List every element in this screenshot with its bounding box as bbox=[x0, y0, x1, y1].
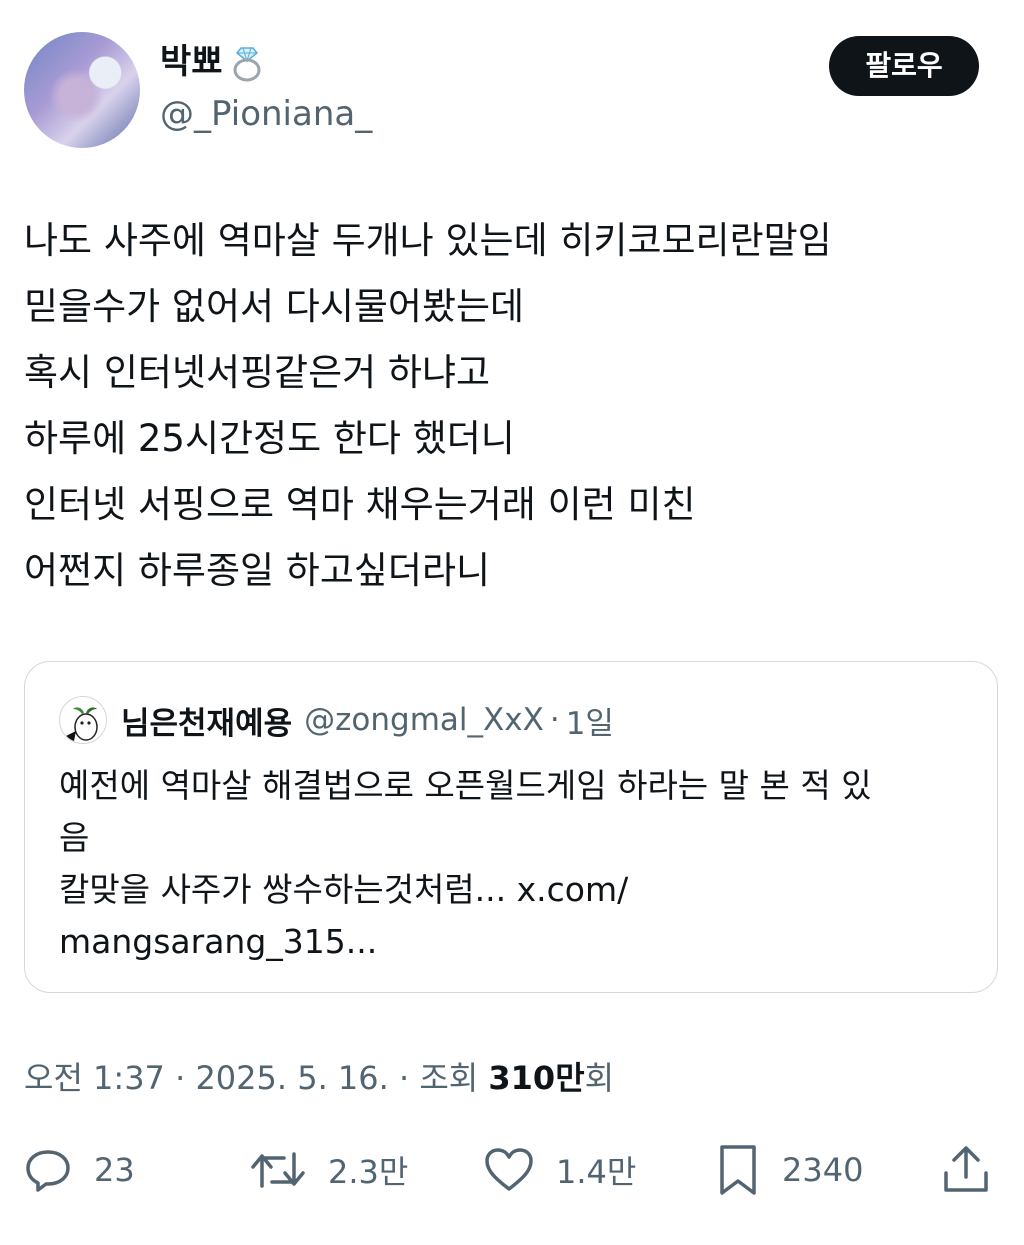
quoted-line: mangsarang_315... bbox=[59, 922, 378, 961]
bookmark-icon bbox=[720, 1145, 756, 1195]
quoted-timestamp: 1일 bbox=[565, 705, 614, 742]
tweet-line: 하루에 25시간정도 한다 했더니 bbox=[24, 417, 515, 460]
tweet-date[interactable]: 2025. 5. 16. bbox=[195, 1059, 388, 1097]
tweet-line: 나도 사주에 역마살 두개나 있는데 히키코모리란말임 bbox=[24, 219, 832, 262]
views-count: 310만 bbox=[488, 1059, 585, 1097]
tweet-line: 혹시 인터넷서핑같은거 하냐고 bbox=[24, 351, 491, 394]
quoted-tweet-text: 예전에 역마살 해결법으로 오픈월드게임 하라는 말 본 적 있 음 칼맞을 사… bbox=[59, 760, 969, 968]
share-icon bbox=[944, 1146, 988, 1192]
separator-dot: · bbox=[175, 1059, 186, 1097]
quoted-author-name: 님은천재예용 bbox=[121, 705, 293, 742]
author-handle[interactable]: @_Pioniana_ bbox=[160, 92, 372, 136]
quoted-tweet-card[interactable]: 님은천재예용 @zongmal_XxX · 1일 예전에 역마살 해결법으로 오… bbox=[24, 661, 998, 993]
tweet-line: 믿을수가 없어서 다시물어봤는데 bbox=[24, 285, 525, 328]
reply-icon bbox=[26, 1150, 70, 1192]
views-label: 조회 bbox=[419, 1059, 479, 1097]
retweet-button[interactable]: 2.3만 bbox=[248, 1140, 408, 1200]
views-suffix: 회 bbox=[584, 1059, 615, 1097]
ring-icon bbox=[227, 42, 267, 82]
separator-dot: · bbox=[398, 1059, 410, 1097]
follow-button[interactable]: 팔로우 bbox=[829, 36, 979, 96]
tweet-line: 어쩐지 하루종일 하고싶더라니 bbox=[24, 549, 491, 592]
tweet-text: 나도 사주에 역마살 두개나 있는데 히키코모리란말임 믿을수가 없어서 다시물… bbox=[24, 208, 984, 604]
retweet-count: 2.3만 bbox=[328, 1153, 409, 1191]
quoted-line: 칼맞을 사주가 쌍수하는것처럼... x.com/ bbox=[59, 870, 629, 909]
bookmark-count: 2340 bbox=[782, 1151, 864, 1189]
retweet-icon bbox=[251, 1152, 305, 1188]
quoted-line: 예전에 역마살 해결법으로 오픈월드게임 하라는 말 본 적 있 bbox=[59, 766, 872, 805]
reply-count: 23 bbox=[94, 1151, 135, 1189]
bookmark-button[interactable]: 2340 bbox=[714, 1140, 863, 1200]
separator-dot: · bbox=[549, 702, 560, 738]
tweet-time[interactable]: 오전 1:37 bbox=[24, 1059, 165, 1097]
heart-icon bbox=[485, 1148, 533, 1191]
quoted-line: 음 bbox=[59, 818, 90, 857]
author-display-name[interactable]: 박뾰 bbox=[160, 40, 267, 84]
tweet-line: 인터넷 서핑으로 역마 채우는거래 이런 미친 bbox=[24, 483, 696, 526]
author-avatar[interactable] bbox=[24, 32, 140, 148]
quoted-tweet-header: 님은천재예용 @zongmal_XxX · 1일 bbox=[59, 696, 614, 744]
share-button[interactable] bbox=[940, 1140, 992, 1200]
like-count: 1.4만 bbox=[556, 1153, 637, 1191]
like-button[interactable]: 1.4만 bbox=[482, 1140, 636, 1200]
display-name-text: 박뾰 bbox=[160, 42, 223, 82]
quoted-author-handle: @zongmal_XxX bbox=[304, 702, 544, 738]
tweet-meta: 오전 1:37 · 2025. 5. 16. · 조회 310만회 bbox=[24, 1054, 614, 1102]
quoted-author-avatar bbox=[59, 696, 107, 744]
action-bar: 23 2.3만 1.4만 2340 bbox=[0, 1140, 1024, 1200]
reply-button[interactable]: 23 bbox=[22, 1140, 135, 1200]
